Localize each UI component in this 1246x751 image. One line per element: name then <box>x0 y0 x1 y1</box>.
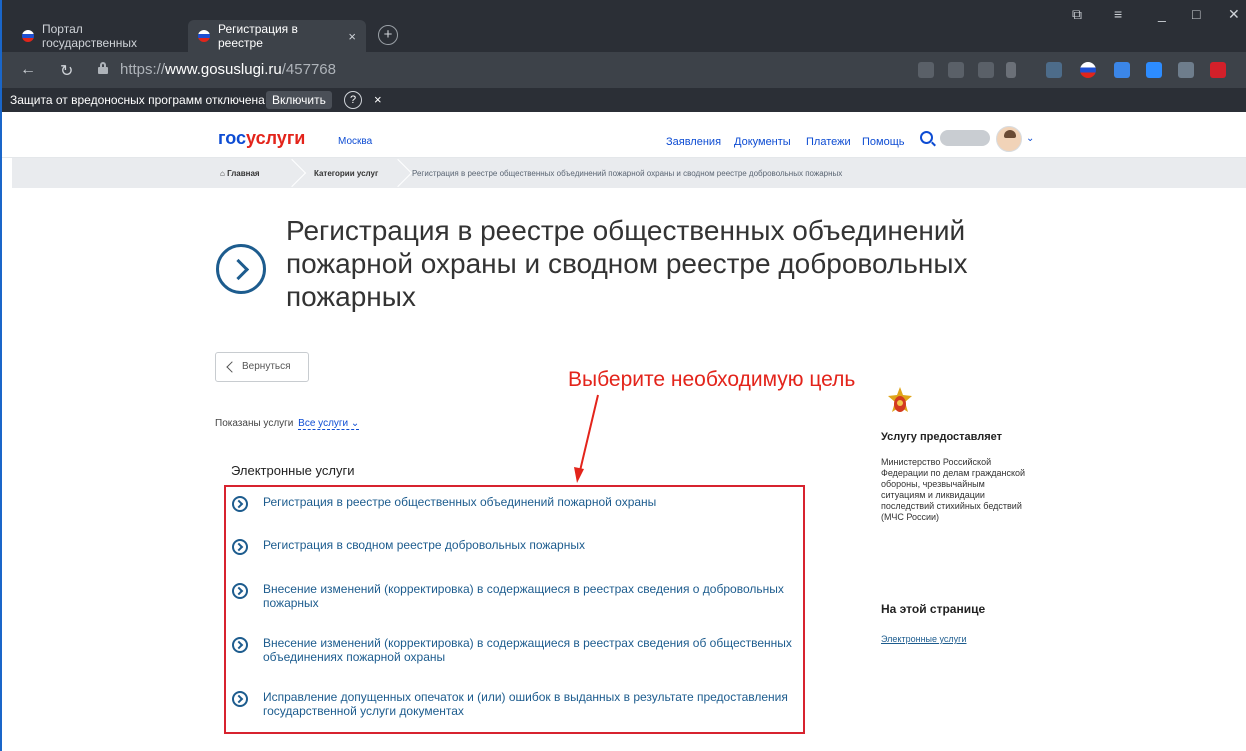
services-list: Регистрация в реестре общественных объед… <box>224 485 805 734</box>
avatar[interactable] <box>996 126 1022 152</box>
chevron-down-icon[interactable]: ⌄ <box>1026 133 1034 144</box>
url-field[interactable]: https://www.gosuslugi.ru/457768 <box>120 61 336 78</box>
service-item[interactable]: Регистрация в реестре общественных объед… <box>232 495 803 512</box>
chevron-circle-icon <box>232 583 248 599</box>
on-page-link[interactable]: Электронные услуги <box>881 634 966 644</box>
user-name-pill[interactable] <box>940 130 990 146</box>
new-tab-button[interactable]: + <box>378 25 398 45</box>
minimize-icon[interactable]: _ <box>1158 6 1166 22</box>
tab-bar: Портал государственных Регистрация в рее… <box>2 0 1246 52</box>
section-title: Электронные услуги <box>231 463 355 478</box>
provider-heading: Услугу предоставляет <box>881 431 1003 443</box>
annotation-arrow <box>574 394 599 483</box>
breadcrumb-home[interactable]: ⌂ Главная <box>220 169 260 178</box>
chevron-circle-icon <box>232 496 248 512</box>
nav-payments[interactable]: Платежи <box>806 136 851 148</box>
nav-help[interactable]: Помощь <box>862 136 905 148</box>
chevron-circle-icon <box>232 539 248 555</box>
chevron-circle-icon <box>232 691 248 707</box>
service-item[interactable]: Внесение изменений (корректировка) в сод… <box>232 582 803 610</box>
service-item[interactable]: Исправление допущенных опечаток и (или) … <box>232 690 803 718</box>
extension-icon[interactable] <box>978 62 994 78</box>
flag-extension-icon[interactable] <box>1080 62 1096 78</box>
address-bar: ← ↻ https://www.gosuslugi.ru/457768 <box>2 52 1246 88</box>
close-window-icon[interactable]: ✕ <box>1228 6 1240 23</box>
bookmark-icon[interactable] <box>1006 62 1016 78</box>
breadcrumb-separator <box>288 158 300 188</box>
breadcrumb: ⌂ Главная Категории услуг Регистрация в … <box>12 158 1246 188</box>
service-item[interactable]: Внесение изменений (корректировка) в сод… <box>232 636 803 664</box>
provider-name: Министерство Российской Федерации по дел… <box>881 457 1026 522</box>
annotation-text: Выберите необходимую цель <box>568 368 856 391</box>
security-message: Защита от вредоносных программ отключена <box>10 93 265 107</box>
breadcrumb-current: Регистрация в реестре общественных объед… <box>412 169 843 178</box>
city-selector[interactable]: Москва <box>338 136 372 147</box>
tab-portal[interactable]: Портал государственных <box>12 20 182 52</box>
nav-applications[interactable]: Заявления <box>666 136 721 148</box>
breadcrumb-separator <box>394 158 406 188</box>
security-bar: Защита от вредоносных программ отключена… <box>2 88 1246 112</box>
reload-icon[interactable]: ↻ <box>60 61 73 81</box>
menu-icon[interactable]: ≡ <box>1114 6 1122 22</box>
tab-label: Портал государственных <box>42 22 138 50</box>
zoom-extension-icon[interactable] <box>1146 62 1162 78</box>
profile-extension-icon[interactable] <box>1178 62 1194 78</box>
site-header: госуслуги Москва Заявления Документы Пла… <box>2 112 1246 158</box>
rp-extension-icon[interactable] <box>1046 62 1062 78</box>
mchs-emblem-icon <box>888 387 912 412</box>
breadcrumb-categories[interactable]: Категории услуг <box>314 169 378 178</box>
translate-extension-icon[interactable] <box>1114 62 1130 78</box>
translate-icon[interactable] <box>948 62 964 78</box>
on-page-heading: На этой странице <box>881 602 986 616</box>
back-icon[interactable]: ← <box>20 61 36 79</box>
enable-protection-button[interactable]: Включить <box>266 91 332 109</box>
page-title: Регистрация в реестре общественных объед… <box>286 215 968 312</box>
reader-icon[interactable] <box>918 62 934 78</box>
services-filter: Показаны услуги Все услуги ⌄ <box>215 418 360 430</box>
nav-documents[interactable]: Документы <box>734 136 791 148</box>
lock-icon <box>98 62 108 74</box>
gosuslugi-logo[interactable]: госуслуги <box>218 128 305 149</box>
back-button[interactable]: Вернуться <box>215 352 309 382</box>
maximize-icon[interactable]: □ <box>1192 6 1200 22</box>
browser-window: Портал государственных Регистрация в рее… <box>0 0 1246 751</box>
chevron-right-circle-icon <box>216 244 266 294</box>
gosuslugi-favicon-icon <box>198 30 210 42</box>
close-bar-icon[interactable]: × <box>374 92 382 107</box>
collections-icon[interactable]: ⧉ <box>1072 6 1082 23</box>
opera-extension-icon[interactable] <box>1210 62 1226 78</box>
help-icon[interactable]: ? <box>344 91 362 109</box>
search-icon[interactable] <box>920 131 933 144</box>
filter-dropdown[interactable]: Все услуги ⌄ <box>298 418 360 430</box>
chevron-circle-icon <box>232 637 248 653</box>
tab-label: Регистрация в реестре <box>218 22 298 50</box>
tab-close-icon[interactable]: × <box>348 29 356 44</box>
gosuslugi-favicon-icon <box>22 30 34 42</box>
tab-registration[interactable]: Регистрация в реестре × <box>188 20 366 52</box>
service-item[interactable]: Регистрация в сводном реестре добровольн… <box>232 538 803 555</box>
